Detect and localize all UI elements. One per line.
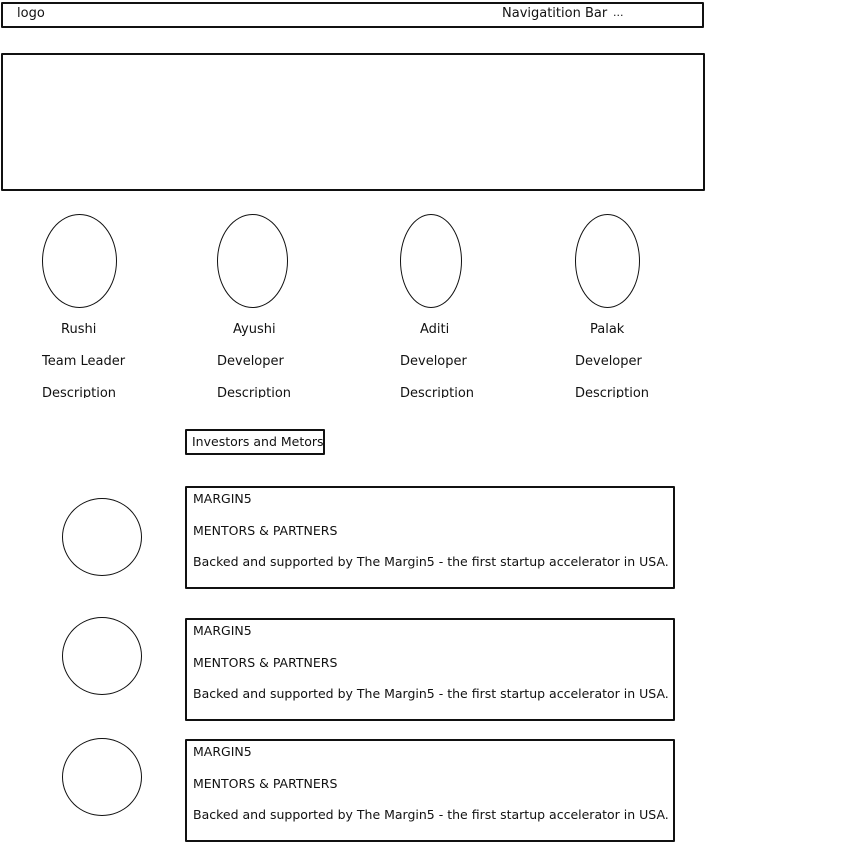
navigation-bar-label[interactable]: Navigatition Bar <box>502 6 607 21</box>
partner-card: MARGIN5 MENTORS & PARTNERS Backed and su… <box>185 618 675 721</box>
team-member-card: Palak Developer Description <box>575 214 735 404</box>
member-description: Description <box>575 386 650 398</box>
member-role: Team Leader <box>42 354 126 369</box>
avatar <box>42 214 117 308</box>
partner-card: MARGIN5 MENTORS & PARTNERS Backed and su… <box>185 486 675 589</box>
member-name: Ayushi <box>233 322 276 337</box>
member-description: Description <box>217 386 292 398</box>
partner-logo <box>62 498 142 576</box>
partner-subtitle: MENTORS & PARTNERS <box>193 655 338 670</box>
member-description: Description <box>400 386 475 398</box>
member-role: Developer <box>217 354 284 369</box>
member-description: Description <box>42 386 117 398</box>
investors-heading: Investors and Metors <box>192 434 324 449</box>
partner-logo <box>62 617 142 695</box>
member-role: Developer <box>575 354 642 369</box>
hero-banner <box>1 53 705 191</box>
partner-text: Backed and supported by The Margin5 - th… <box>193 686 669 701</box>
team-member-card: Ayushi Developer Description <box>217 214 377 404</box>
partner-card: MARGIN5 MENTORS & PARTNERS Backed and su… <box>185 739 675 842</box>
partner-logo <box>62 738 142 816</box>
avatar <box>575 214 640 308</box>
more-menu-icon[interactable]: ... <box>613 6 624 19</box>
partner-subtitle: MENTORS & PARTNERS <box>193 776 338 791</box>
partner-subtitle: MENTORS & PARTNERS <box>193 523 338 538</box>
member-name: Palak <box>590 322 625 337</box>
partner-title: MARGIN5 <box>193 491 252 506</box>
member-name: Aditi <box>420 322 450 337</box>
partner-title: MARGIN5 <box>193 744 252 759</box>
avatar <box>400 214 462 308</box>
logo[interactable]: logo <box>17 6 45 21</box>
partner-text: Backed and supported by The Margin5 - th… <box>193 554 669 569</box>
team-member-card: Rushi Team Leader Description <box>42 214 202 404</box>
member-name: Rushi <box>61 322 97 337</box>
avatar <box>217 214 288 308</box>
team-member-card: Aditi Developer Description <box>400 214 560 404</box>
member-role: Developer <box>400 354 467 369</box>
partner-title: MARGIN5 <box>193 623 252 638</box>
partner-text: Backed and supported by The Margin5 - th… <box>193 807 669 822</box>
